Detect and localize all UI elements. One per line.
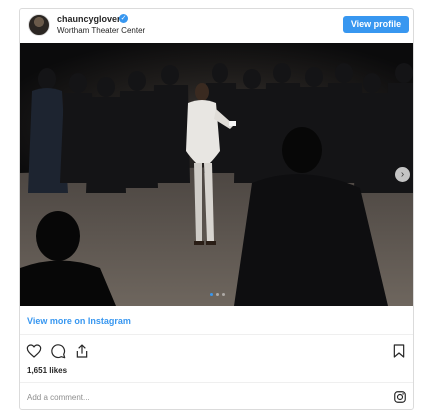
carousel-dot [216,293,219,296]
like-count[interactable]: 1,651 likes [27,366,67,375]
comment-bar: Add a comment... [20,382,413,409]
post-actions [20,339,413,363]
carousel-indicator [20,293,413,296]
post-header: chauncyglover ✓ Wortham Theater Center V… [20,9,413,43]
instagram-embed-card: chauncyglover ✓ Wortham Theater Center V… [19,8,414,410]
add-comment-input[interactable]: Add a comment... [27,393,90,402]
next-photo-button[interactable]: › [395,167,410,182]
heart-icon[interactable] [26,343,42,359]
carousel-dot-active [210,293,213,296]
speech-bubble-icon[interactable] [50,343,66,359]
carousel-dot [222,293,225,296]
view-profile-button[interactable]: View profile [343,16,409,33]
location-link[interactable]: Wortham Theater Center [57,26,145,35]
verified-badge-icon: ✓ [119,14,128,23]
post-photo[interactable]: › [20,43,413,306]
bookmark-icon[interactable] [391,343,407,359]
instagram-icon[interactable] [393,390,407,404]
avatar[interactable] [28,14,50,36]
view-more-on-instagram-link[interactable]: View more on Instagram [27,316,131,326]
view-more-link-row: View more on Instagram [20,307,413,335]
username-link[interactable]: chauncyglover [57,14,121,24]
share-icon[interactable] [74,343,90,359]
stage-photo-image [20,43,413,306]
